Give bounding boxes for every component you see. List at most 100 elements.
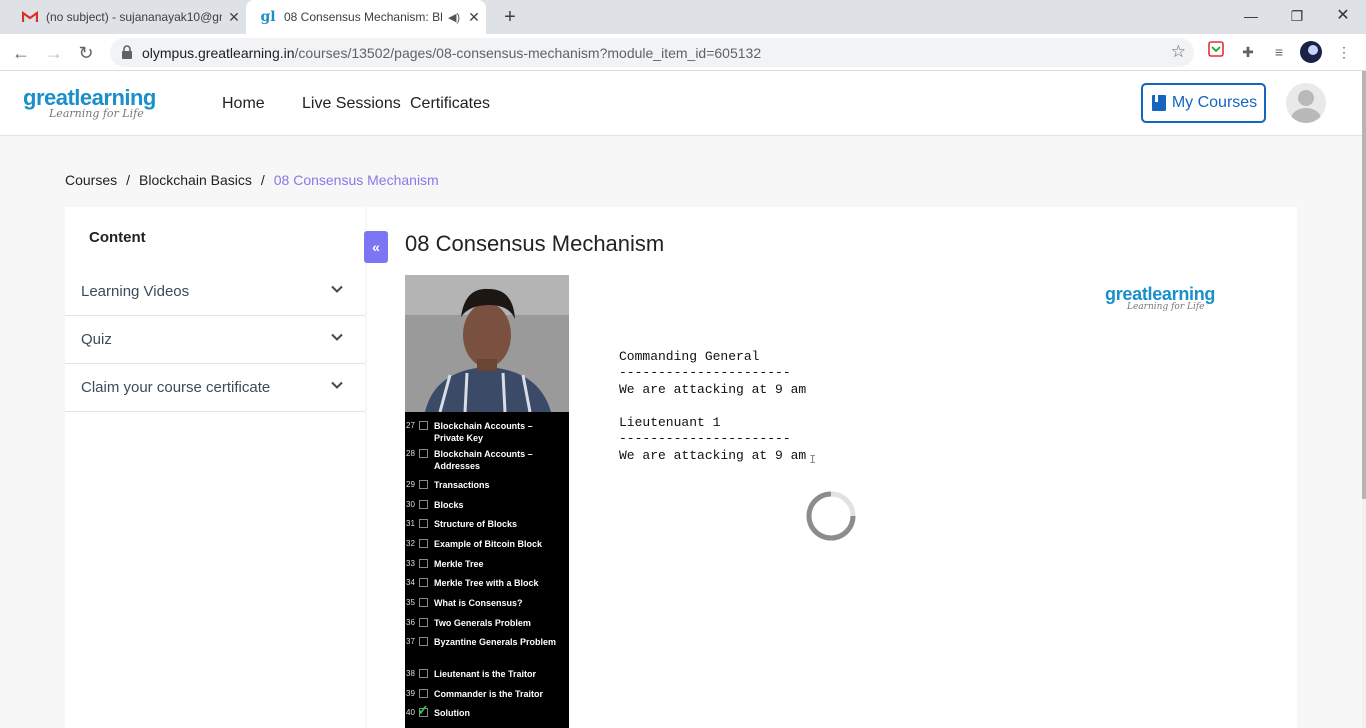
- page-scrollbar-thumb[interactable]: [1362, 71, 1366, 499]
- url-domain: olympus.greatlearning.in: [142, 45, 295, 61]
- chevron-down-icon: [331, 333, 343, 341]
- presenter-webcam: [405, 275, 569, 412]
- lesson-number: 27: [406, 421, 415, 430]
- restore-icon[interactable]: ❐: [1274, 0, 1320, 32]
- lesson-checkbox-icon: [419, 500, 428, 509]
- address-bar[interactable]: olympus.greatlearning.in/courses/13502/p…: [110, 38, 1194, 67]
- back-icon[interactable]: ←: [7, 39, 35, 67]
- my-courses-button[interactable]: My Courses: [1141, 83, 1266, 123]
- browser-tab-course[interactable]: gl 08 Consensus Mechanism: Bl ◀︎) ✕: [246, 0, 486, 34]
- lesson-number: 33: [406, 559, 415, 568]
- pocket-extension-icon[interactable]: [1205, 41, 1227, 63]
- lesson-number: 29: [406, 480, 415, 489]
- lesson-checkbox-icon: [419, 578, 428, 587]
- lesson-title: Blockchain Accounts – Private Key: [434, 421, 533, 443]
- breadcrumb-courses[interactable]: Courses: [65, 172, 117, 188]
- profile-avatar-icon[interactable]: [1300, 41, 1322, 63]
- lesson-title: Merkle Tree with a Block: [434, 578, 539, 588]
- lesson-title: Commander is the Traitor: [434, 689, 544, 699]
- breadcrumb-separator: /: [260, 172, 265, 188]
- lesson-checkbox-icon: [419, 559, 428, 568]
- accordion-claim-certificate[interactable]: Claim your course certificate: [65, 364, 365, 412]
- audio-playing-icon[interactable]: ◀︎): [446, 11, 462, 24]
- reload-icon[interactable]: ↻: [72, 39, 100, 67]
- browser-menu-icon[interactable]: ⋮: [1333, 41, 1355, 63]
- lesson-number: 36: [406, 618, 415, 627]
- accordion-label: Quiz: [81, 331, 112, 348]
- close-tab-icon[interactable]: ✕: [462, 9, 486, 26]
- lesson-checkbox-icon: [419, 689, 428, 698]
- greatlearning-icon: gl: [260, 9, 276, 25]
- close-tab-icon[interactable]: ✕: [222, 9, 246, 26]
- lesson-checkbox-icon: [419, 598, 428, 607]
- lesson-number: 37: [406, 637, 415, 646]
- lesson-title: What is Consensus?: [434, 598, 523, 608]
- accordion-label: Claim your course certificate: [81, 379, 271, 396]
- nav-home[interactable]: Home: [222, 95, 265, 113]
- accordion-learning-videos[interactable]: Learning Videos: [65, 268, 365, 316]
- lesson-checkbox-icon: [419, 480, 428, 489]
- lesson-number: 38: [406, 669, 415, 678]
- accordion-quiz[interactable]: Quiz: [65, 316, 365, 364]
- lesson-title: Blockchain Accounts – Addresses: [434, 449, 533, 471]
- url-text: olympus.greatlearning.in/courses/13502/p…: [142, 45, 761, 61]
- lesson-number: 40: [406, 708, 415, 717]
- lesson-number: 30: [406, 500, 415, 509]
- slide-commanding-general-title: Commanding General: [619, 349, 760, 364]
- close-window-icon[interactable]: ✕: [1320, 0, 1366, 32]
- bookmark-star-icon[interactable]: ☆: [1171, 42, 1186, 62]
- my-courses-label: My Courses: [1171, 94, 1258, 111]
- lesson-title: Transactions: [434, 480, 490, 490]
- nav-live-sessions[interactable]: Live Sessions: [302, 95, 401, 113]
- lesson-number: 35: [406, 598, 415, 607]
- lesson-title: Two Generals Problem: [434, 618, 531, 628]
- collapse-sidebar-button[interactable]: «: [364, 231, 388, 263]
- lesson-checkbox-icon: [419, 519, 428, 528]
- video-lesson-list-panel: 27 Blockchain Accounts – Private Key 28 Blo…: [405, 275, 569, 728]
- accordion-label: Learning Videos: [81, 283, 190, 300]
- sidebar-heading: Content: [89, 229, 146, 246]
- forward-icon[interactable]: →: [40, 39, 68, 67]
- chevron-down-icon: [331, 381, 343, 389]
- lesson-number: 28: [406, 449, 415, 458]
- lesson-checkbox-icon: [419, 421, 428, 430]
- lesson-number: 34: [406, 578, 415, 587]
- breadcrumb: Courses / Blockchain Basics / 08 Consens…: [65, 172, 439, 188]
- lesson-title: Example of Bitcoin Block: [434, 539, 543, 549]
- minimize-icon[interactable]: —: [1228, 0, 1274, 32]
- gmail-icon: [22, 9, 38, 25]
- text-cursor-icon: I: [809, 453, 817, 467]
- video-logo-tagline: Learning for Life: [1127, 302, 1205, 312]
- greatlearning-logo[interactable]: greatlearning Learning for Life: [23, 85, 156, 120]
- breadcrumb-blockchain-basics[interactable]: Blockchain Basics: [139, 172, 252, 188]
- breadcrumb-separator: /: [126, 172, 131, 188]
- slide-rule: ----------------------: [619, 365, 791, 380]
- extensions-puzzle-icon[interactable]: ✚: [1237, 41, 1259, 63]
- lesson-title: Blocks: [434, 500, 464, 510]
- checkmark-icon: ✓: [417, 702, 429, 718]
- lesson-checkbox-icon: [419, 637, 428, 646]
- lesson-number: 39: [406, 689, 415, 698]
- media-control-icon[interactable]: ≡: [1268, 41, 1290, 63]
- user-avatar[interactable]: [1286, 83, 1326, 123]
- slide-commanding-general-message: We are attacking at 9 am: [619, 382, 807, 397]
- browser-toolbar: ← → ↻ olympus.greatlearning.in/courses/1…: [0, 34, 1366, 71]
- slide-lieutenant-message: We are attacking at 9 am: [619, 448, 807, 463]
- lesson-number: 32: [406, 539, 415, 548]
- site-header: greatlearning Learning for Life Home Liv…: [0, 71, 1362, 136]
- lesson-checkbox-icon: [419, 449, 428, 458]
- video-player[interactable]: 27 Blockchain Accounts – Private Key 28 Blo…: [405, 275, 1297, 728]
- slide-rule: ----------------------: [619, 431, 791, 446]
- browser-tab-gmail[interactable]: (no subject) - sujananayak10@gm ✕: [8, 0, 246, 34]
- lesson-title: Lieutenant is the Traitor: [434, 669, 537, 679]
- breadcrumb-current-page: 08 Consensus Mechanism: [273, 172, 439, 188]
- chevron-down-icon: [331, 285, 343, 293]
- nav-certificates[interactable]: Certificates: [410, 95, 490, 113]
- book-icon: [1151, 95, 1166, 111]
- lesson-checkbox-icon: [419, 669, 428, 678]
- new-tab-button[interactable]: +: [498, 5, 522, 29]
- lesson-title: Structure of Blocks: [434, 519, 518, 529]
- lesson-title: Merkle Tree: [434, 559, 484, 569]
- slide-lieutenant-title: Lieutenuant 1: [619, 415, 721, 430]
- tab-title: 08 Consensus Mechanism: Bl: [284, 10, 443, 24]
